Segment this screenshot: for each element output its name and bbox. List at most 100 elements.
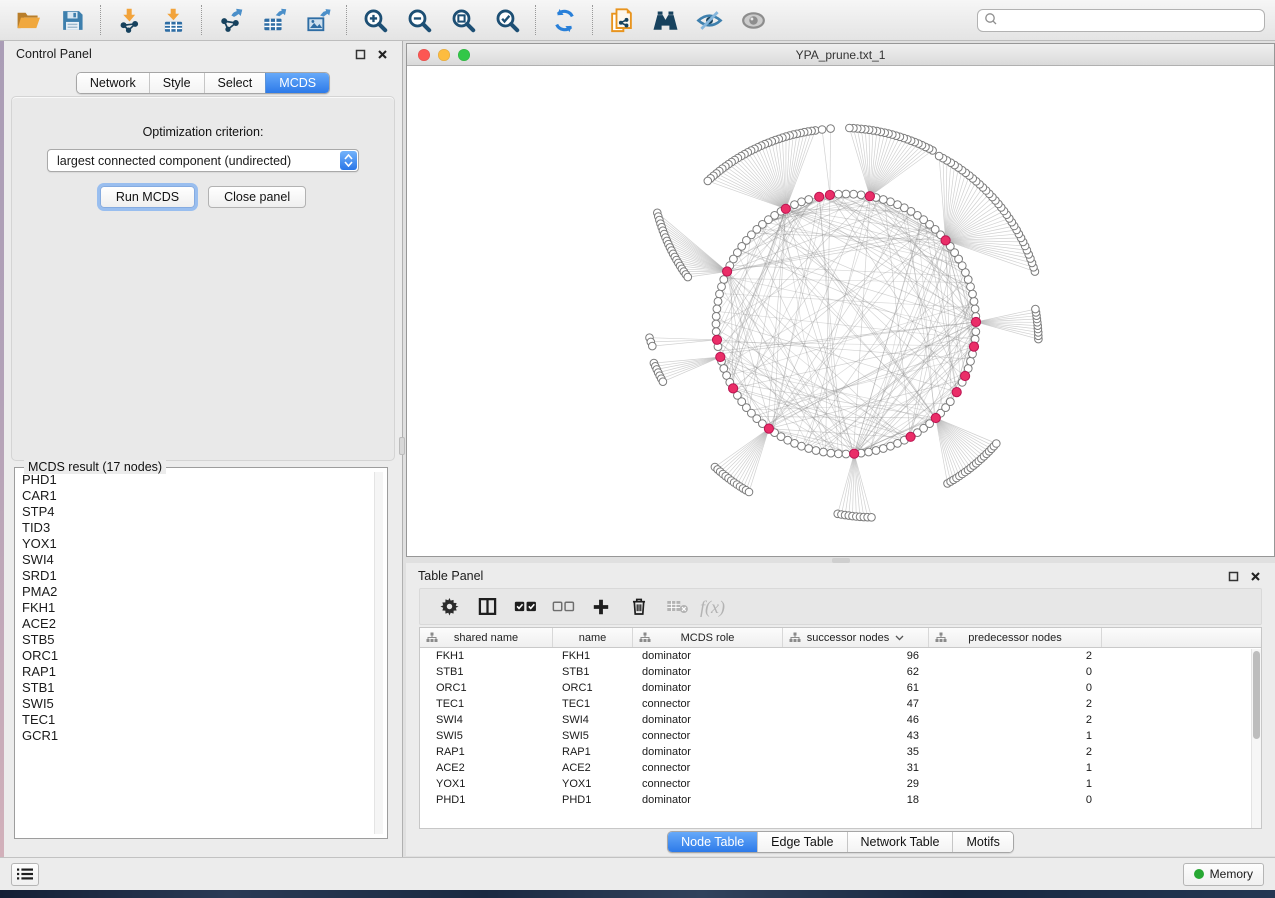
leaf-node[interactable] bbox=[684, 273, 692, 281]
ring-node[interactable] bbox=[714, 298, 722, 306]
mcds-result-item[interactable]: PHD1 bbox=[19, 472, 374, 488]
mcds-dominator-node[interactable] bbox=[941, 236, 950, 245]
minimize-window-icon[interactable] bbox=[438, 49, 450, 61]
mcds-result-item[interactable]: RAP1 bbox=[19, 664, 374, 680]
search-network-icon[interactable] bbox=[651, 6, 679, 34]
mcds-dominator-node[interactable] bbox=[952, 388, 961, 397]
search-box[interactable] bbox=[977, 9, 1265, 32]
mcds-result-item[interactable]: STP4 bbox=[19, 504, 374, 520]
ring-node[interactable] bbox=[827, 449, 835, 457]
ring-node[interactable] bbox=[970, 298, 978, 306]
mcds-dominator-node[interactable] bbox=[716, 352, 725, 361]
table-tab-network-table[interactable]: Network Table bbox=[847, 832, 953, 852]
mcds-dominator-node[interactable] bbox=[906, 432, 915, 441]
leaf-node[interactable] bbox=[659, 378, 667, 386]
column-header-name[interactable]: name bbox=[553, 628, 633, 647]
mcds-result-item[interactable]: PMA2 bbox=[19, 584, 374, 600]
ring-node[interactable] bbox=[791, 201, 799, 209]
ring-node[interactable] bbox=[718, 283, 726, 291]
tab-select[interactable]: Select bbox=[204, 73, 266, 93]
mcds-result-item[interactable]: TEC1 bbox=[19, 712, 374, 728]
table-row[interactable]: YOX1YOX1connector291 bbox=[420, 776, 1261, 792]
close-table-panel-icon[interactable] bbox=[1247, 568, 1263, 584]
mcds-result-item[interactable]: TID3 bbox=[19, 520, 374, 536]
table-scrollbar[interactable] bbox=[1251, 649, 1261, 828]
select-all-icon[interactable] bbox=[506, 593, 544, 621]
ring-node[interactable] bbox=[835, 190, 843, 198]
table-row[interactable]: TEC1TEC1connector472 bbox=[420, 696, 1261, 712]
save-icon[interactable] bbox=[58, 6, 86, 34]
table-row[interactable]: PHD1PHD1dominator180 bbox=[420, 792, 1261, 808]
ring-node[interactable] bbox=[887, 198, 895, 206]
ring-node[interactable] bbox=[805, 196, 813, 204]
zoom-selected-icon[interactable] bbox=[493, 6, 521, 34]
ring-node[interactable] bbox=[713, 305, 721, 313]
column-layout-icon[interactable] bbox=[468, 593, 506, 621]
open-folder-icon[interactable] bbox=[14, 6, 42, 34]
mcds-dominator-node[interactable] bbox=[815, 192, 824, 201]
ring-node[interactable] bbox=[812, 447, 820, 455]
search-input[interactable] bbox=[1002, 11, 1264, 29]
mcds-result-item[interactable]: GCR1 bbox=[19, 728, 374, 744]
ring-node[interactable] bbox=[865, 448, 873, 456]
ring-node[interactable] bbox=[969, 290, 977, 298]
ring-node[interactable] bbox=[842, 190, 850, 198]
ring-node[interactable] bbox=[842, 450, 850, 458]
mcds-result-item[interactable]: SRD1 bbox=[19, 568, 374, 584]
ring-node[interactable] bbox=[879, 196, 887, 204]
ring-node[interactable] bbox=[972, 328, 980, 336]
ring-node[interactable] bbox=[712, 320, 720, 328]
mcds-dominator-node[interactable] bbox=[865, 192, 874, 201]
mcds-dominator-node[interactable] bbox=[931, 413, 940, 422]
table-row[interactable]: ACE2ACE2connector311 bbox=[420, 760, 1261, 776]
mcds-dominator-node[interactable] bbox=[712, 335, 721, 344]
run-mcds-button[interactable]: Run MCDS bbox=[100, 186, 195, 208]
gear-icon[interactable] bbox=[430, 593, 468, 621]
mcds-dominator-node[interactable] bbox=[969, 342, 978, 351]
column-header-predecessor-nodes[interactable]: predecessor nodes bbox=[929, 628, 1102, 647]
ring-node[interactable] bbox=[879, 445, 887, 453]
column-header-MCDS-role[interactable]: MCDS role bbox=[633, 628, 783, 647]
table-row[interactable]: SWI5SWI5connector431 bbox=[420, 728, 1261, 744]
float-panel-icon[interactable] bbox=[352, 46, 368, 62]
table-row[interactable]: STB1STB1dominator620 bbox=[420, 664, 1261, 680]
deselect-all-icon[interactable] bbox=[544, 593, 582, 621]
ring-node[interactable] bbox=[720, 276, 728, 284]
tab-mcds[interactable]: MCDS bbox=[265, 73, 329, 93]
mcds-dominator-node[interactable] bbox=[723, 267, 732, 276]
leaf-node[interactable] bbox=[993, 440, 1001, 448]
tab-style[interactable]: Style bbox=[149, 73, 204, 93]
leaf-node[interactable] bbox=[704, 177, 712, 185]
ring-node[interactable] bbox=[946, 398, 954, 406]
ring-node[interactable] bbox=[835, 450, 843, 458]
float-table-panel-icon[interactable] bbox=[1225, 568, 1241, 584]
vertical-splitter-handle[interactable] bbox=[399, 437, 405, 455]
network-canvas[interactable] bbox=[407, 66, 1274, 556]
table-tab-node-table[interactable]: Node Table bbox=[668, 832, 757, 852]
mcds-result-item[interactable]: CAR1 bbox=[19, 488, 374, 504]
share-document-icon[interactable] bbox=[607, 6, 635, 34]
mcds-dominator-node[interactable] bbox=[781, 204, 790, 213]
zoom-in-icon[interactable] bbox=[361, 6, 389, 34]
ring-node[interactable] bbox=[967, 283, 975, 291]
mcds-dominator-node[interactable] bbox=[971, 317, 980, 326]
ring-node[interactable] bbox=[872, 447, 880, 455]
zoom-fit-icon[interactable] bbox=[449, 6, 477, 34]
mcds-result-item[interactable]: FKH1 bbox=[19, 600, 374, 616]
mcds-dominator-node[interactable] bbox=[850, 449, 859, 458]
mcds-dominator-node[interactable] bbox=[764, 424, 773, 433]
table-row[interactable]: FKH1FKH1dominator962 bbox=[420, 648, 1261, 664]
import-table-icon[interactable] bbox=[159, 6, 187, 34]
close-panel-button[interactable]: Close panel bbox=[208, 186, 306, 208]
mcds-result-item[interactable]: YOX1 bbox=[19, 536, 374, 552]
mcds-result-item[interactable]: ACE2 bbox=[19, 616, 374, 632]
column-header-shared-name[interactable]: shared name bbox=[420, 628, 553, 647]
mcds-result-item[interactable]: ORC1 bbox=[19, 648, 374, 664]
ring-node[interactable] bbox=[712, 313, 720, 321]
export-table-icon[interactable] bbox=[260, 6, 288, 34]
leaf-node[interactable] bbox=[818, 126, 826, 134]
table-row[interactable]: RAP1RAP1dominator352 bbox=[420, 744, 1261, 760]
table-tab-motifs[interactable]: Motifs bbox=[952, 832, 1012, 852]
column-header-successor-nodes[interactable]: successor nodes bbox=[783, 628, 929, 647]
leaf-node[interactable] bbox=[1032, 305, 1040, 313]
